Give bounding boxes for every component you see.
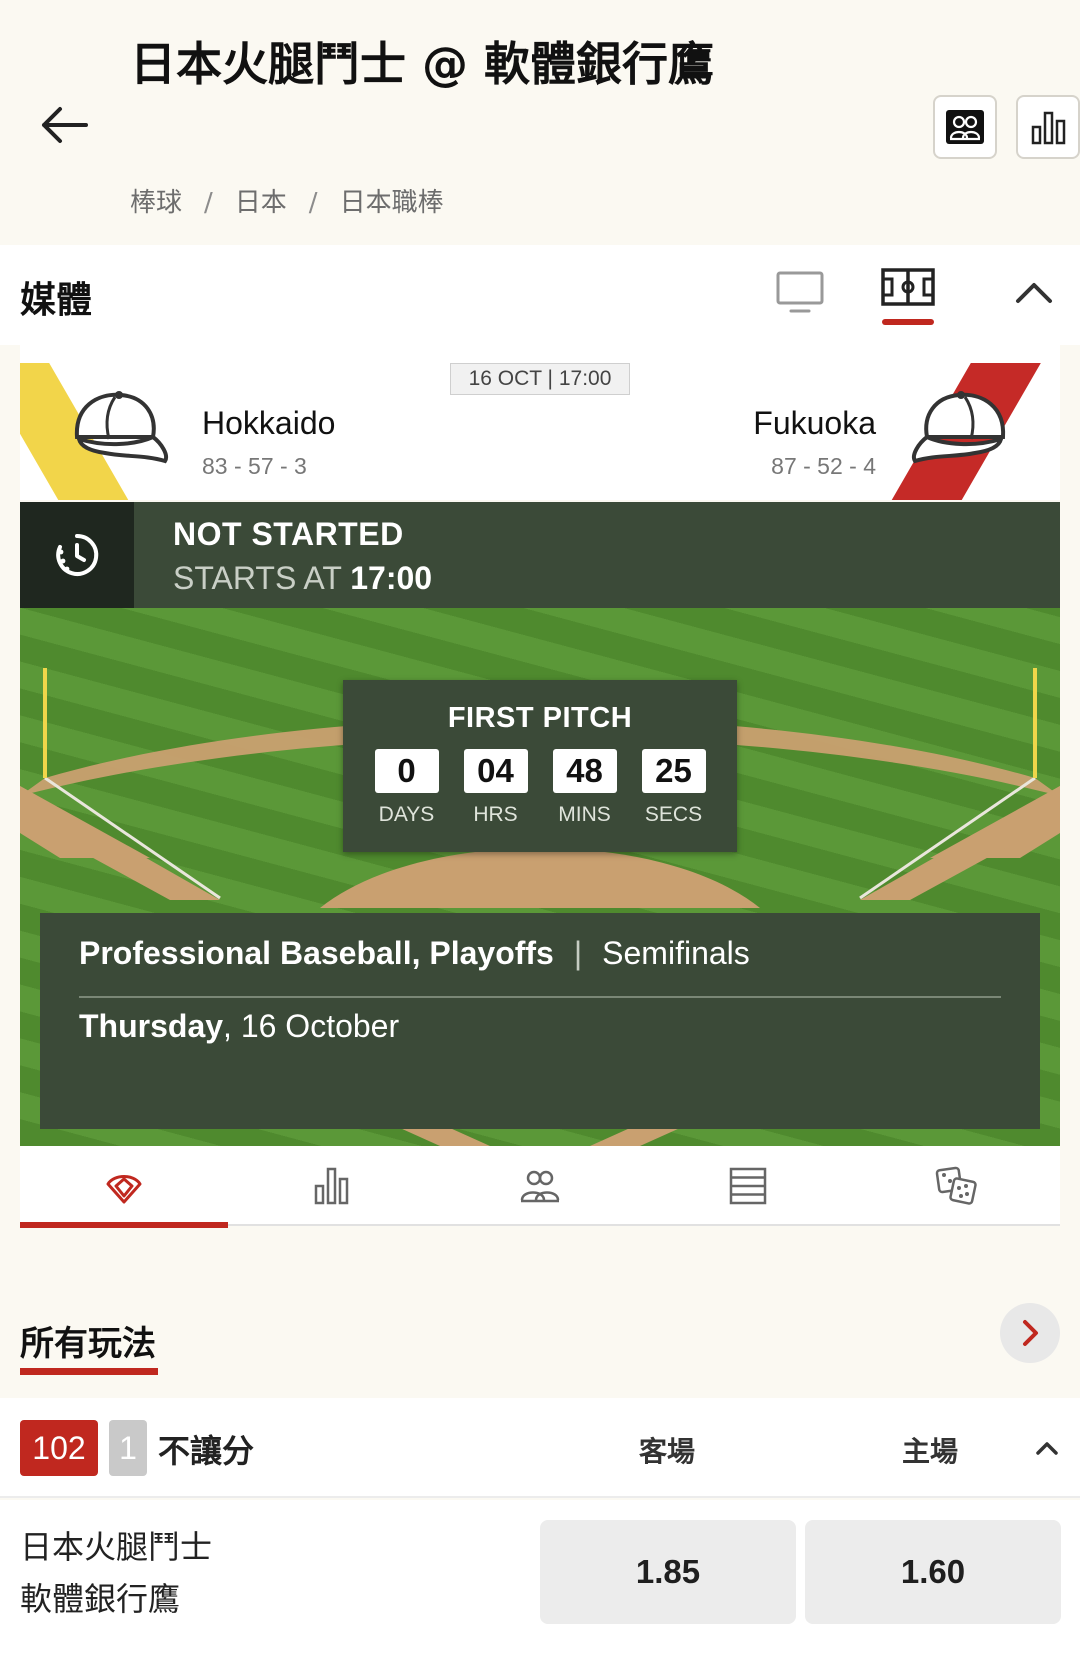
lineup-icon <box>520 1170 560 1203</box>
countdown-label: MINS <box>558 803 611 826</box>
markets-title-underline <box>20 1368 158 1375</box>
status-start-time: STARTS AT 17:00 <box>173 560 432 597</box>
countdown-value: 04 <box>463 749 528 793</box>
home-cap-icon <box>74 391 168 464</box>
odds-button-home[interactable]: 1.60 <box>805 1520 1061 1624</box>
timer-icon <box>56 533 99 576</box>
countdown-minutes: 48 MINS <box>552 749 617 827</box>
breadcrumb-league[interactable]: 日本職棒 <box>340 188 444 218</box>
first-pitch-countdown: FIRST PITCH 0 DAYS 04 HRS 48 MINS 25 SEC… <box>343 680 737 852</box>
tv-icon <box>776 271 824 313</box>
market-index-badge: 1 <box>109 1420 147 1476</box>
starts-at-time: 17:00 <box>350 560 433 596</box>
arrow-left-icon <box>42 107 88 143</box>
competition-name: Professional Baseball, Playoffs <box>79 935 554 971</box>
chevron-up-icon <box>1016 283 1052 303</box>
markets-title[interactable]: 所有玩法 <box>20 1316 156 1365</box>
tab-field[interactable] <box>20 1146 228 1228</box>
countdown-label: HRS <box>473 803 518 826</box>
away-team-record: 87 - 52 - 4 <box>771 453 876 479</box>
status-main: NOT STARTED <box>173 516 404 552</box>
odds-team-away: 日本火腿鬥士 <box>20 1528 213 1566</box>
match-date: , 16 October <box>223 1008 400 1044</box>
field-view-button[interactable] <box>880 265 936 325</box>
matchup-strip: 16 OCT | 17:00 Hokkaido 83 - 57 - 3 Fuku… <box>20 345 1060 500</box>
standings-table-icon <box>729 1167 767 1205</box>
away-cap-icon <box>912 391 1006 464</box>
breadcrumb-country[interactable]: 日本 <box>235 188 287 218</box>
breadcrumb: 棒球 / 日本 / 日本職棒 <box>130 182 444 219</box>
market-collapse-button[interactable] <box>1032 1436 1062 1460</box>
chevron-up-icon <box>1036 1442 1058 1455</box>
market-code-badge: 102 <box>20 1420 98 1476</box>
page-title: 日本火腿鬥士 @ 軟體銀行鷹 <box>130 37 715 91</box>
info-divider <box>79 996 1001 998</box>
market-name: 不讓分 <box>158 1432 255 1470</box>
tab-standings[interactable] <box>644 1146 852 1226</box>
tab-lineups[interactable] <box>436 1146 644 1226</box>
info-separator: | <box>573 935 583 971</box>
lineup-icon <box>946 110 984 144</box>
match-status-bar: NOT STARTED STARTS AT 17:00 <box>20 502 1060 608</box>
collapse-button[interactable] <box>1012 273 1056 313</box>
countdown-hours: 04 HRS <box>463 749 528 827</box>
countdown-value: 0 <box>374 749 439 793</box>
odds-team-home: 軟體銀行鷹 <box>20 1580 181 1618</box>
column-away: 客場 <box>638 1435 695 1468</box>
chevron-right-icon <box>1023 1320 1038 1346</box>
tab-betting[interactable] <box>852 1146 1060 1226</box>
bar-chart-icon <box>314 1167 349 1205</box>
home-team-name: Hokkaido <box>202 405 336 441</box>
tab-stats[interactable] <box>228 1146 436 1226</box>
match-info-panel: Professional Baseball, Playoffs | Semifina… <box>40 913 1040 1129</box>
tv-button[interactable] <box>775 267 825 317</box>
breadcrumb-sport[interactable]: 棒球 <box>130 188 182 218</box>
competition-line: Professional Baseball, Playoffs | Semifina… <box>79 935 750 972</box>
markets-next-button[interactable] <box>1000 1303 1060 1363</box>
market-header-row: 102 1 不讓分 客場 主場 <box>0 1398 1080 1498</box>
bar-chart-icon <box>1031 111 1066 145</box>
countdown-value: 48 <box>552 749 617 793</box>
match-date-line: Thursday, 16 October <box>79 1008 399 1045</box>
markets-header: 所有玩法 <box>0 1228 1080 1398</box>
back-button[interactable] <box>36 100 96 150</box>
competition-stage: Semifinals <box>602 935 750 971</box>
match-tabs <box>20 1146 1060 1228</box>
baseball-diamond-icon <box>106 1175 142 1204</box>
countdown-days: 0 DAYS <box>374 749 439 827</box>
match-weekday: Thursday <box>79 1008 224 1044</box>
countdown-seconds: 25 SECS <box>641 749 706 827</box>
home-team-record: 83 - 57 - 3 <box>202 453 307 479</box>
page-header: 日本火腿鬥士 @ 軟體銀行鷹 棒球 / 日本 / 日本職棒 <box>0 0 1080 245</box>
breadcrumb-separator: / <box>308 188 318 218</box>
status-icon-box <box>20 502 134 608</box>
breadcrumb-separator: / <box>204 188 213 218</box>
pitch-icon <box>881 268 935 306</box>
baseball-field: FIRST PITCH 0 DAYS 04 HRS 48 MINS 25 SEC… <box>20 608 1060 1146</box>
countdown-label: SECS <box>644 803 703 826</box>
column-home: 主場 <box>901 1435 958 1468</box>
countdown-title: FIRST PITCH <box>447 702 633 734</box>
odds-row: 日本火腿鬥士 軟體銀行鷹 1.85 1.60 <box>0 1500 1080 1665</box>
lineup-button[interactable] <box>933 95 997 159</box>
match-datetime: 16 OCT | 17:00 <box>450 363 630 395</box>
active-underline <box>882 319 934 325</box>
away-team-name: Fukuoka <box>753 405 876 441</box>
odds-button-away[interactable]: 1.85 <box>540 1520 796 1624</box>
countdown-value: 25 <box>641 749 706 793</box>
stats-button[interactable] <box>1016 95 1080 159</box>
media-bar: 媒體 <box>0 245 1080 345</box>
media-title: 媒體 <box>20 280 93 321</box>
starts-at-label: STARTS AT <box>173 560 342 596</box>
dice-icon <box>935 1166 977 1205</box>
countdown-label: DAYS <box>378 803 435 826</box>
